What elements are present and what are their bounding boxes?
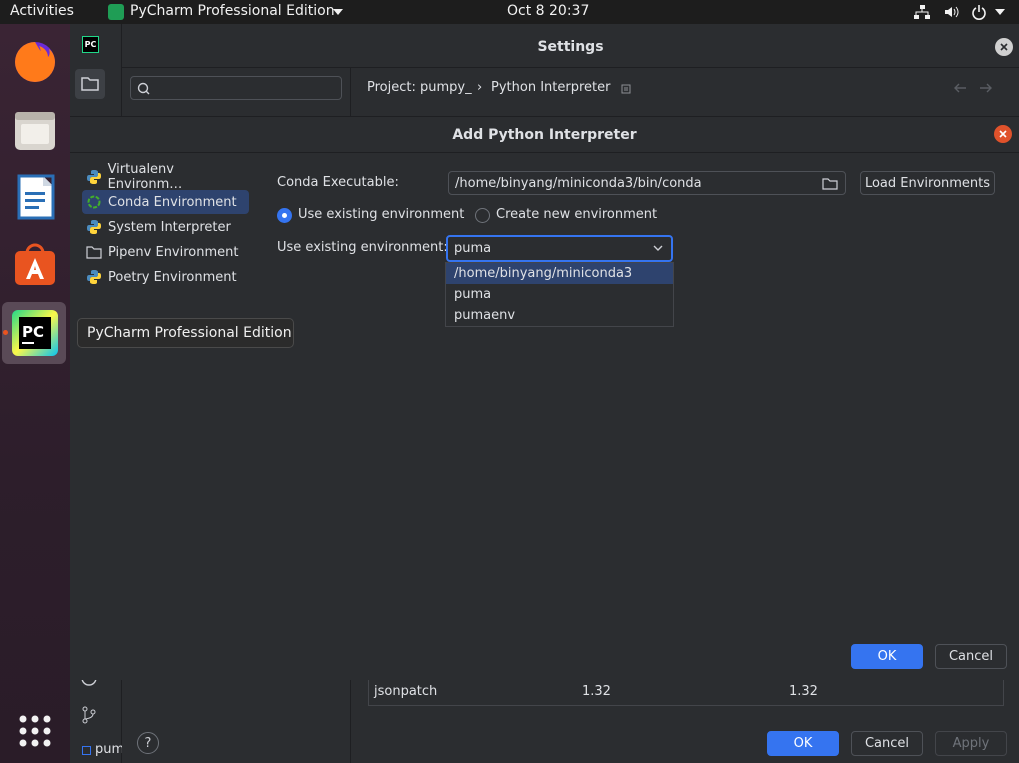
conda-icon [87, 195, 101, 209]
nav-label: Virtualenv Environm… [107, 162, 183, 192]
radio-existing-environment[interactable] [277, 208, 292, 223]
running-indicator [3, 330, 8, 335]
existing-env-label: Use existing environment: [277, 240, 448, 255]
dialog-cancel-button[interactable]: Cancel [935, 644, 1007, 669]
nav-label: System Interpreter [108, 219, 231, 235]
nav-virtualenv[interactable]: Virtualenv Environm… [82, 162, 249, 192]
package-latest: 1.32 [789, 684, 818, 699]
conda-executable-label: Conda Executable: [277, 175, 399, 190]
pycharm-icon[interactable]: PC [9, 307, 61, 359]
nav-label: Poetry Environment [108, 269, 237, 285]
folder-icon [81, 77, 99, 91]
nav-pipenv[interactable]: Pipenv Environment [82, 240, 249, 264]
app-grid-icon[interactable] [9, 705, 61, 757]
files-icon[interactable] [9, 104, 61, 156]
project-tab-label[interactable]: pum [95, 742, 124, 757]
list-item[interactable]: /home/binyang/miniconda3 [446, 263, 673, 284]
list-item[interactable]: pumaenv [446, 305, 673, 326]
settings-search-input[interactable] [130, 76, 342, 100]
load-environments-button[interactable]: Load Environments [860, 171, 995, 195]
volume-icon[interactable] [943, 4, 959, 20]
conda-executable-field[interactable]: /home/binyang/miniconda3/bin/conda [448, 171, 846, 195]
poetry-icon [87, 270, 101, 284]
power-icon[interactable] [971, 4, 987, 20]
add-interpreter-dialog: Add Python Interpreter Virtualenv Enviro… [70, 116, 1019, 680]
top-bar: Activities PyCharm Professional Edition … [0, 0, 1019, 24]
dialog-title: Add Python Interpreter [452, 126, 637, 143]
environment-dropdown-list: /home/binyang/miniconda3 puma pumaenv [445, 262, 674, 327]
python-icon [87, 220, 101, 234]
breadcrumb-separator: › [477, 80, 483, 95]
settings-titlebar: Settings [122, 28, 1019, 68]
radio-new-environment[interactable] [475, 208, 490, 223]
existing-env-value: puma [454, 241, 492, 256]
pipenv-icon [86, 246, 102, 259]
package-name: jsonpatch [374, 684, 438, 699]
dock: PC [0, 24, 70, 763]
app-menu[interactable]: PyCharm Professional Edition [130, 3, 335, 19]
breadcrumb-project[interactable]: Project: pumpy_ [367, 80, 472, 95]
conda-executable-value: /home/binyang/miniconda3/bin/conda [455, 175, 702, 191]
radio-new-label[interactable]: Create new environment [496, 207, 657, 222]
settings-apply-button[interactable]: Apply [935, 731, 1007, 756]
network-icon[interactable] [913, 4, 931, 20]
software-icon[interactable] [9, 238, 61, 290]
project-tool-button[interactable] [75, 69, 105, 99]
nav-system-interpreter[interactable]: System Interpreter [82, 215, 249, 239]
close-icon [999, 130, 1007, 138]
settings-page-icon[interactable] [621, 84, 631, 94]
breadcrumb-page: Python Interpreter [491, 80, 611, 95]
dialog-close-button[interactable] [994, 125, 1012, 143]
dialog-titlebar: Add Python Interpreter [70, 117, 1019, 153]
nav-poetry[interactable]: Poetry Environment [82, 265, 249, 289]
chevron-down-icon[interactable] [995, 9, 1005, 15]
nav-label: Pipenv Environment [108, 244, 239, 260]
project-tab-icon [82, 746, 91, 755]
firefox-icon[interactable] [9, 36, 61, 88]
nav-conda[interactable]: Conda Environment [82, 190, 249, 214]
pycharm-small-icon [108, 4, 124, 20]
dock-tooltip: PyCharm Professional Edition [77, 318, 294, 348]
settings-close-button[interactable] [995, 38, 1013, 56]
search-icon [137, 82, 150, 95]
list-item[interactable]: puma [446, 284, 673, 305]
settings-title: Settings [537, 39, 604, 55]
chevron-down-icon[interactable] [333, 9, 343, 15]
forward-arrow-icon[interactable] [979, 82, 993, 94]
table-row[interactable]: jsonpatch 1.32 1.32 [368, 680, 1004, 706]
nav-label: Conda Environment [108, 194, 237, 210]
settings-cancel-button[interactable]: Cancel [851, 731, 923, 756]
chevron-down-icon [653, 245, 663, 251]
package-version: 1.32 [582, 684, 611, 699]
settings-ok-button[interactable]: OK [767, 731, 839, 756]
pycharm-logo-icon: PC [82, 36, 99, 53]
activities-button[interactable]: Activities [10, 3, 74, 19]
dialog-ok-button[interactable]: OK [851, 644, 923, 669]
radio-existing-label[interactable]: Use existing environment [298, 207, 464, 222]
python-icon [87, 170, 101, 184]
clock[interactable]: Oct 8 20:37 [507, 3, 589, 19]
folder-icon[interactable] [822, 177, 838, 190]
git-branch-icon[interactable] [80, 706, 98, 724]
writer-icon[interactable] [9, 171, 61, 223]
svg-text:PC: PC [22, 323, 44, 341]
help-button[interactable]: ? [137, 732, 159, 754]
existing-env-select[interactable]: puma [446, 235, 673, 262]
back-arrow-icon[interactable] [953, 82, 967, 94]
close-icon [1000, 43, 1008, 51]
